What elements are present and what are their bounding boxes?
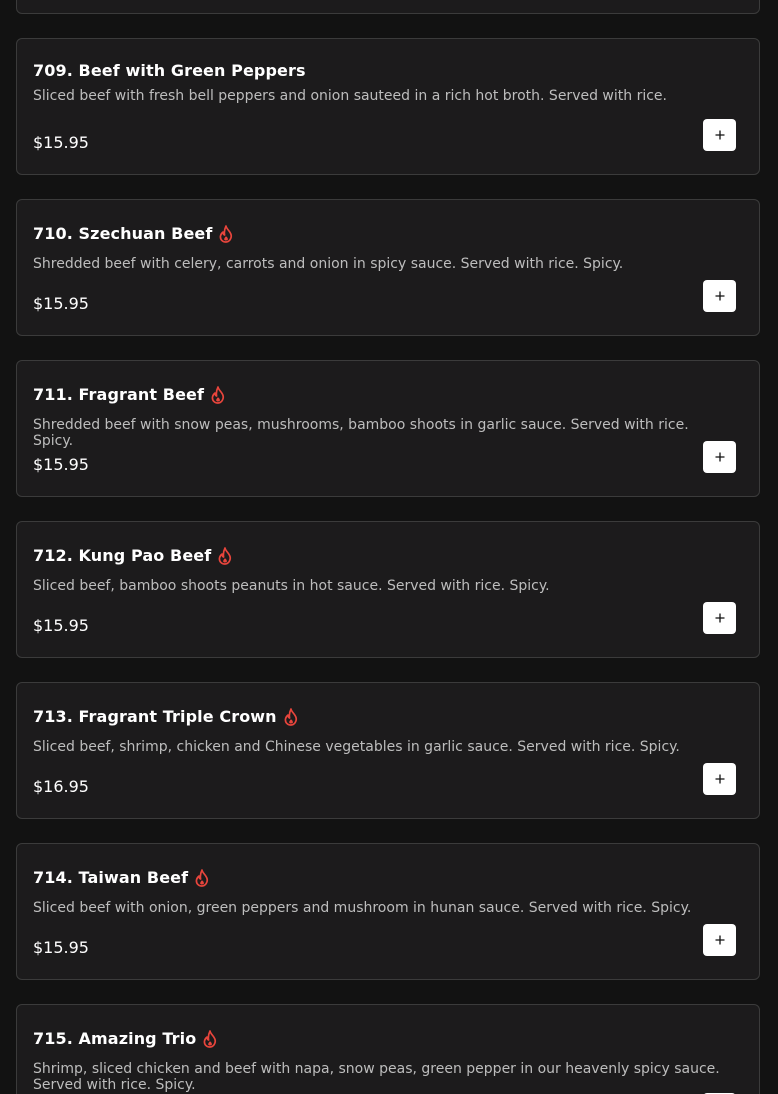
add-to-cart-button[interactable] [703, 602, 736, 634]
menu-item-description: Shredded beef with snow peas, mushrooms,… [33, 417, 689, 449]
menu-item-title: 715. Amazing Trio [33, 1029, 218, 1048]
menu-item-card: 715. Amazing Trio Shrimp, sliced chicken… [16, 1004, 760, 1094]
menu-item-title: 714. Taiwan Beef [33, 868, 210, 887]
menu-item-card: 714. Taiwan Beef Sliced beef with onion,… [16, 843, 760, 980]
flame-icon [284, 707, 297, 726]
add-to-cart-button[interactable] [703, 280, 736, 312]
plus-icon [715, 130, 724, 140]
menu-item-price: $15.95 [33, 294, 89, 313]
menu-item-price: $15.95 [33, 455, 89, 474]
menu-item-title: 709. Beef with Green Peppers [33, 61, 306, 80]
menu-item-card: 709. Beef with Green Peppers Sliced beef… [16, 38, 760, 175]
add-to-cart-button[interactable] [703, 441, 736, 473]
menu-item-title: 712. Kung Pao Beef [33, 546, 233, 565]
menu-item-title: 710. Szechuan Beef [33, 224, 234, 243]
menu-item-description: Sliced beef, bamboo shoots peanuts in ho… [33, 578, 550, 594]
plus-icon [715, 452, 724, 462]
plus-icon [715, 774, 724, 784]
flame-icon [203, 1029, 217, 1048]
add-to-cart-button[interactable] [703, 119, 736, 151]
plus-icon [715, 935, 724, 945]
menu-item-title-text: 710. Szechuan Beef [33, 224, 213, 243]
menu-item-price: $15.95 [33, 616, 89, 635]
menu-item-description: Sliced beef with onion, green peppers an… [33, 900, 692, 916]
menu-item-card: 710. Szechuan Beef Shredded beef with ce… [16, 199, 760, 336]
menu-item-card: 712. Kung Pao Beef Sliced beef, bamboo s… [16, 521, 760, 658]
menu-item-title: 711. Fragrant Beef [33, 385, 226, 404]
menu-list: 709. Beef with Green Peppers Sliced beef… [0, 0, 778, 1094]
add-to-cart-button[interactable] [703, 924, 736, 956]
flame-icon [211, 385, 225, 404]
menu-item-price: $15.95 [33, 133, 89, 152]
menu-item-description: Sliced beef, shrimp, chicken and Chinese… [33, 739, 680, 755]
menu-item-title-text: 713. Fragrant Triple Crown [33, 707, 277, 726]
menu-item-title-text: 711. Fragrant Beef [33, 385, 205, 404]
add-to-cart-button[interactable] [703, 763, 736, 795]
menu-item-description: Shrimp, sliced chicken and beef with nap… [33, 1061, 720, 1093]
menu-item-title-text: 712. Kung Pao Beef [33, 546, 212, 565]
menu-item-card: 713. Fragrant Triple Crown Sliced beef, … [16, 682, 760, 819]
menu-item-title-text: 715. Amazing Trio [33, 1029, 197, 1048]
plus-icon [715, 613, 724, 623]
menu-item-title-text: 709. Beef with Green Peppers [33, 61, 306, 80]
flame-icon [218, 546, 232, 565]
menu-item-description: Sliced beef with fresh bell peppers and … [33, 88, 667, 104]
menu-item-title: 713. Fragrant Triple Crown [33, 707, 299, 726]
plus-icon [715, 291, 724, 301]
flame-icon [220, 224, 233, 243]
menu-item-title-text: 714. Taiwan Beef [33, 868, 189, 887]
menu-item-card-partial [16, 0, 760, 14]
menu-item-card: 711. Fragrant Beef Shredded beef with sn… [16, 360, 760, 497]
menu-item-price: $15.95 [33, 938, 89, 957]
flame-icon [195, 868, 209, 887]
menu-item-price: $16.95 [33, 777, 89, 796]
menu-item-description: Shredded beef with celery, carrots and o… [33, 256, 624, 272]
